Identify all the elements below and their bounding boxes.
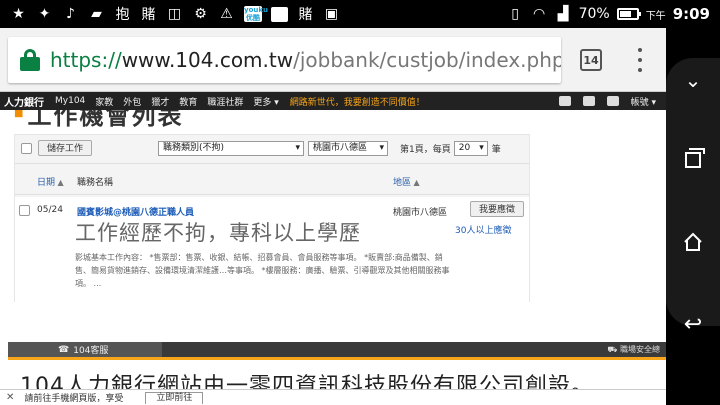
job-checkbox[interactable] <box>19 205 30 216</box>
footer-divider <box>8 357 666 360</box>
footer-bar: ☎ 104客服 ⛟ 職場安全總 <box>8 342 666 357</box>
battery-level <box>619 11 631 17</box>
sort-by-date[interactable]: 日期 <box>37 175 64 188</box>
site-brand[interactable]: 人力銀行 <box>0 94 50 109</box>
apps-icon: ✦ <box>38 6 51 22</box>
screen: ★ ✦ ♪ ▰ 抱 賭 ◫ ⚙ ⚠ youku 优酷 賭 ▣ ▯ ◠ ▟ 70%… <box>0 0 720 405</box>
briefcase-icon[interactable] <box>606 96 619 106</box>
job-list-panel: 儲存工作 職務類別(不拘) 桃園市八德區 第1頁，每頁 20 筆 日期 職務名稱… <box>14 134 530 303</box>
browser-toolbar: https://www.104.com.tw/jobbank/custjob/i… <box>0 28 666 92</box>
job-requirements: 工作經歷不拘，專科以上學歷 <box>75 221 361 245</box>
url-text[interactable]: https://www.104.com.tw/jobbank/custjob/i… <box>50 48 561 72</box>
table-header: 日期 職務名稱 地區 <box>15 163 529 195</box>
app-text-icon: 賭 <box>141 7 156 23</box>
apply-button[interactable]: 我要應徵 <box>470 201 525 217</box>
nav-headhunt[interactable]: 獵才 <box>146 95 174 108</box>
nav-my104[interactable]: My104 <box>50 96 90 106</box>
battery-icon <box>616 8 641 20</box>
app-text-icon: 賭 <box>298 7 313 23</box>
workplace-safety-link[interactable]: ⛟ 職場安全總 <box>607 344 666 355</box>
navigation-bar: ⌄ ↩ <box>666 28 720 405</box>
nav-education[interactable]: 教育 <box>174 95 202 108</box>
account-menu[interactable]: 帳號 ▾ <box>631 95 656 108</box>
site-slogan: 網路新世代，我要創造不同價值！ <box>289 97 425 108</box>
home-icon[interactable] <box>679 228 707 256</box>
nav-tutor[interactable]: 家教 <box>90 95 118 108</box>
location-select[interactable]: 桃園市八德區 <box>308 140 389 156</box>
back-icon[interactable]: ↩ <box>679 310 707 338</box>
per-page-select[interactable]: 20 <box>453 140 488 156</box>
save-jobs-button[interactable]: 儲存工作 <box>38 140 93 156</box>
time-prefix: 下午 <box>645 10 666 22</box>
overflow-menu-icon[interactable] <box>636 45 644 75</box>
image-icon: ▣ <box>324 6 339 22</box>
chevron-down-icon[interactable]: ⌄ <box>679 66 707 94</box>
close-icon[interactable]: ✕ <box>6 392 14 403</box>
customer-service-link[interactable]: ☎ 104客服 <box>8 342 162 357</box>
table-row: 05/24 國賓影城@桃園八德正職人員 桃園市八德區 我要應徵 30人以上應徵 … <box>15 197 529 303</box>
navigation-pill <box>666 58 720 326</box>
clock: 9:09 <box>672 5 710 23</box>
search-person-icon[interactable] <box>558 96 571 106</box>
job-location: 桃園市八德區 <box>393 208 448 218</box>
column-job-title: 職務名稱 <box>77 178 114 188</box>
battery-percent: 70% <box>578 6 610 22</box>
music-icon: ♪ <box>66 6 75 22</box>
signal-icon: ▟ <box>557 6 569 22</box>
select-all-checkbox[interactable] <box>21 142 32 154</box>
job-date: 05/24 <box>37 205 63 215</box>
mobile-site-banner: ✕ 請前往手機網頁版，享受 立即前往 <box>0 389 666 405</box>
tab-switcher-button[interactable]: 14 <box>580 49 602 71</box>
address-bar[interactable]: https://www.104.com.tw/jobbank/custjob/i… <box>8 37 561 83</box>
page-info: 第1頁，每頁 <box>400 144 451 155</box>
nav-career-community[interactable]: 職涯社群 <box>202 95 248 108</box>
lock-icon[interactable] <box>20 49 40 71</box>
status-bar: ★ ✦ ♪ ▰ 抱 賭 ◫ ⚙ ⚠ youku 优酷 賭 ▣ ▯ ◠ ▟ 70%… <box>0 0 720 28</box>
mail-icon[interactable] <box>582 96 595 106</box>
wifi-icon: ◠ <box>532 6 546 22</box>
banner-text: 請前往手機網頁版，享受 <box>24 394 124 404</box>
go-mobile-button[interactable]: 立即前往 <box>145 391 204 404</box>
blank-app-icon <box>271 6 288 22</box>
category-select[interactable]: 職務類別(不拘) <box>158 140 305 156</box>
sort-by-location[interactable]: 地區 <box>393 175 420 188</box>
list-toolbar: 儲存工作 職務類別(不拘) 桃園市八德區 第1頁，每頁 20 筆 <box>21 139 527 157</box>
app-box-icon: ◫ <box>167 6 182 22</box>
settings-icon: ⚙ <box>194 6 207 22</box>
star-icon: ★ <box>12 6 25 22</box>
app-text-icon: 抱 <box>115 7 130 23</box>
vibrate-icon: ▯ <box>511 6 519 22</box>
nav-outsource[interactable]: 外包 <box>118 95 146 108</box>
phone-icon: ☎ <box>58 344 70 355</box>
site-header: 人力銀行 My104 家教 外包 獵才 教育 職涯社群 更多 網路新世代，我要創… <box>0 92 666 110</box>
page-title: 工作機會列表 <box>14 110 183 131</box>
page-content: 工作機會列表 儲存工作 職務類別(不拘) 桃園市八德區 第1頁，每頁 20 筆 … <box>0 110 666 405</box>
warning-icon: ⚠ <box>220 6 233 22</box>
job-description: 影城基本工作內容： *售票部：售票、收銀、結帳、招募會員、會員服務等事項。 *販… <box>75 253 450 288</box>
youku-icon: youku 优酷 <box>244 6 268 22</box>
nav-more[interactable]: 更多 <box>248 95 283 108</box>
applicant-count-link[interactable]: 30人以上應徵 <box>455 223 511 236</box>
recent-apps-icon[interactable] <box>679 146 707 174</box>
per-page-suffix: 筆 <box>491 144 501 155</box>
folder-icon: ▰ <box>91 6 102 22</box>
